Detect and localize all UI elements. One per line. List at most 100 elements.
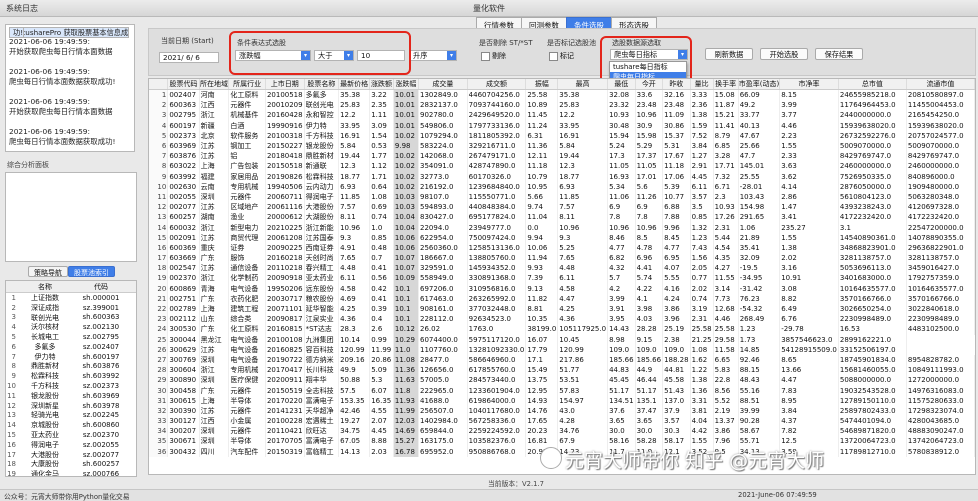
pool-row[interactable]: 1 上证指数 sh.000001 — [6, 293, 136, 303]
column-header[interactable]: 量比 — [690, 79, 714, 90]
pool-row[interactable]: 3 联创光电 sh.600363 — [6, 313, 136, 323]
column-header[interactable]: 股票代码 — [167, 79, 200, 90]
sort-order-select[interactable]: 升序 ▾ — [409, 50, 457, 61]
table-row[interactable]: 22 002789 上海 建筑工程 20071101 延华智能 4.25 0.39 10.1 90… — [149, 303, 975, 315]
table-row[interactable]: 2 600363 江西 元器件 20010209 联创光电 25.83 2.35 10.01 28… — [149, 100, 975, 111]
tab-stock-pool[interactable]: 股票池索引 — [68, 266, 115, 277]
table-row[interactable]: 32 300390 江苏 元器件 20141231 天华超净 42.46 4.55 11.99 2… — [149, 405, 975, 416]
column-header[interactable]: 所在地域 — [199, 79, 230, 90]
pool-row[interactable]: 6 多氟多 sz.002407 — [6, 342, 136, 352]
table-row[interactable]: 8 603022 上海 广告包装 20150518 新通联 12.3 1.12 10.02 354… — [149, 161, 975, 172]
column-header[interactable]: 振幅 — [525, 79, 559, 90]
table-row[interactable]: 26 300629 江苏 电气设备 20160825 容百科技 120.99 11.99 11.… — [149, 344, 975, 355]
column-header[interactable]: 市盈率(动态) — [738, 79, 781, 90]
table-cell: 5.52 — [713, 395, 739, 406]
table-row[interactable]: 11 002055 深圳 元器件 20060711 得润电子 11.85 1.08 10.03 9… — [149, 191, 975, 203]
save-result-button[interactable]: 保存结果 — [815, 48, 863, 60]
pool-row[interactable]: 9 松霖科技 sh.603992 — [6, 371, 136, 381]
pool-row[interactable]: 18 大康股份 sh.600257 — [6, 460, 136, 470]
column-header[interactable]: 所属行业 — [228, 79, 266, 90]
pool-row[interactable]: 16 得润电子 sz.002055 — [6, 440, 136, 450]
column-header[interactable]: 换手率 — [713, 79, 739, 90]
table-cell: 广告包装 — [228, 161, 266, 172]
table-row[interactable]: 7 603876 江苏铝 20180418 鼎胜新材 19.44 1.77 10.02 1420… — [149, 151, 975, 162]
table-row[interactable]: 14 600032 浙江 新型电力 20210225 浙江新能 10.96 1.0 10.04 2… — [149, 222, 975, 233]
pool-row[interactable]: 13 轻骑光电 sz.002245 — [6, 411, 136, 421]
table-row[interactable]: 16 600369 重庆 证券 20090225 西南证券 4.91 0.48 10.06 256… — [149, 242, 975, 253]
table-row[interactable]: 24 300530 广东 化工原料 20160815 *ST达志 28.3 2.6 10.12 2… — [149, 324, 975, 335]
stock-pool-table[interactable]: 名称 代码 1 上证指数 sh.000001 2 深证成指 sz.399001 3 联创光电 s… — [5, 280, 137, 477]
start-select-button[interactable]: 开始选股 — [760, 48, 808, 60]
table-row[interactable]: 35 300671 深圳 半导体 20170705 富满电子 67.05 8.88 15.27 1… — [149, 436, 975, 447]
table-cell: 深圳 — [199, 436, 230, 447]
table-cell: 4.48 — [338, 263, 371, 274]
table-row[interactable]: 28 300604 浙江 专用机械 20170417 长川科技 49.9 5.09 11.36 1… — [149, 365, 975, 376]
table-row[interactable]: 9 603992 福建 家居用品 20190826 松霖科技 18.77 1.71 10.02 3… — [149, 171, 975, 182]
table-cell: 154.97 — [557, 395, 609, 406]
table-row[interactable]: 27 300769 深圳 电气设备 20190722 德方纳米 209.16 20.86 11.… — [149, 354, 975, 366]
refresh-data-button[interactable]: 刷新数据 — [705, 48, 753, 60]
table-row[interactable]: 12 002077 江苏 区域地产 20061116 大港股份 7.57 0.69 10.03 5… — [149, 202, 975, 213]
table-cell: 47.7 — [738, 151, 781, 162]
column-header[interactable]: 昨收 — [662, 79, 691, 90]
table-row[interactable]: 30 300458 广东 元器件 20150519 全志科技 57.5 6.07 11.8 222… — [149, 385, 975, 396]
table-row[interactable]: 18 002547 江苏 通信设备 20110218 春兴精工 4.48 0.41 10.07 3… — [149, 263, 975, 274]
pool-row[interactable]: 12 深圳新星 sh.603978 — [6, 401, 136, 411]
table-row[interactable]: 31 300615 上海 半导体 20170220 富满电子 153.35 16.35 11.9… — [149, 395, 975, 406]
column-header[interactable]: 流通市值 — [906, 79, 975, 90]
pool-row[interactable]: 10 千方科技 sz.002373 — [6, 381, 136, 391]
column-header[interactable]: 市净率 — [779, 79, 839, 90]
date-field[interactable]: 2021/ 6/ 6 — [159, 52, 219, 63]
column-header[interactable] — [149, 79, 169, 90]
table-row[interactable]: 33 300127 江西 小金属 20100228 宏遇稀土 19.27 2.07 12.03 1… — [149, 416, 975, 427]
column-header[interactable]: 最高 — [557, 79, 609, 90]
column-header[interactable]: 涨跌额 — [369, 79, 394, 90]
pool-row[interactable]: 5 长城电工 sz.002795 — [6, 332, 136, 342]
column-header[interactable]: 涨跌幅 — [393, 79, 420, 90]
tab-strategy-nav[interactable]: 策略导航 — [28, 266, 68, 277]
table-row[interactable]: 4 600197 新疆 白酒 19990916 伊力特 33.95 3.09 10.01 5498… — [149, 120, 975, 131]
table-row[interactable]: 10 002630 云南 专用机械 19940506 云内动力 6.93 0.64 10.02 2… — [149, 181, 975, 192]
data-source-option[interactable]: tushare每日指标 — [610, 62, 686, 72]
st-filter-checkbox[interactable]: 剔除 — [481, 51, 506, 61]
table-row[interactable]: 15 002091 江苏 商贸代理 20061208 江苏国泰 9.3 0.85 10.06 62… — [149, 232, 975, 243]
column-header[interactable]: 今开 — [635, 79, 664, 90]
table-row[interactable]: 3 002795 浙江 机械基件 20160428 永和智控 12.2 1.11 10.01 90… — [149, 110, 975, 121]
table-row[interactable]: 6 603969 江苏 钢加工 20150227 银龙股份 5.84 0.53 9.98 5832… — [149, 140, 975, 152]
system-log[interactable]: 从 tusharePro 获取股票基本信息成 功! 2021-06-06 19:4… — [5, 24, 135, 152]
stock-pool-header: 名称 代码 — [6, 281, 136, 293]
column-header[interactable]: 成交量 — [418, 79, 468, 90]
table-row[interactable]: 5 002373 北京 软件服务 20100318 千方科技 16.91 1.54 10.02 1… — [149, 130, 975, 141]
table-row[interactable]: 29 300890 深圳 医疗保健 20200911 翔丰华 50.88 5.3 11.63 57… — [149, 375, 975, 386]
column-header[interactable]: 股票名称 — [304, 79, 340, 90]
analysis-panel[interactable] — [5, 172, 137, 262]
table-cell: 12.3 — [557, 161, 609, 172]
pool-row[interactable]: 15 亚太药业 sz.002370 — [6, 430, 136, 440]
pool-row[interactable]: 19 通化金马 sz.000766 — [6, 469, 136, 476]
table-row[interactable]: 17 603669 广东 服饰 20160218 天创时尚 7.65 0.7 10.07 1866… — [149, 253, 975, 264]
pool-row[interactable]: 11 银龙股份 sh.603969 — [6, 391, 136, 401]
pool-row[interactable]: 2 深证成指 sz.399001 — [6, 303, 136, 313]
table-row[interactable]: 20 600869 青海 电气设备 19950206 远东股份 4.58 0.42 10.1 69… — [149, 283, 975, 294]
pool-row[interactable]: 14 京城股份 sh.600860 — [6, 420, 136, 430]
result-table[interactable]: 股票代码 所在地域 所属行业 上市日期 股票名称 最新价格 涨跌额 涨跌幅 成交量 成交额 振幅 最高… — [148, 78, 976, 475]
table-cell: 5.83 — [713, 365, 739, 376]
table-row[interactable]: 34 300207 深圳 元器件 20110421 欣旺达 34.75 4.45 14.69 65… — [149, 426, 975, 437]
table-row[interactable]: 13 600257 湖南 渔业 20000612 大湖股份 8.11 0.74 10.04 830… — [149, 212, 975, 223]
column-header[interactable]: 成交额 — [467, 79, 527, 90]
pool-row[interactable]: 7 伊力特 sh.600197 — [6, 352, 136, 362]
table-row[interactable]: 21 002751 广东 衣药化肥 20030717 粮农股份 4.69 0.41 10.1 61… — [149, 293, 975, 304]
table-row[interactable]: 19 002370 浙江 化学制药 20090918 亚太药业 6.11 0.56 10.09 5… — [149, 273, 975, 284]
pool-row[interactable]: 17 大港股份 sz.002077 — [6, 450, 136, 460]
table-row[interactable]: 1 002407 河南 化工原料 20100518 多氟多 35.38 3.22 10.01 13… — [149, 89, 975, 101]
column-header[interactable]: 总市值 — [838, 79, 907, 90]
column-header[interactable]: 上市日期 — [265, 79, 305, 90]
column-header[interactable]: 最低 — [607, 79, 636, 90]
table-row[interactable]: 23 002112 山东 综合类 20090817 江泉实业 4.36 0.4 10.1 2281… — [149, 314, 975, 325]
pool-row[interactable]: 4 沃尔核材 sz.002130 — [6, 322, 136, 332]
mark-pool-checkbox[interactable]: 标记 — [549, 51, 574, 61]
pool-row[interactable]: 8 鼎胜新材 sh.603876 — [6, 362, 136, 372]
column-header[interactable]: 最新价格 — [338, 79, 371, 90]
table-cell: 0.4 — [369, 314, 394, 325]
table-row[interactable]: 25 300044 黑龙江 电气设备 20100108 九洲集团 10.14 0.99 10.2… — [149, 334, 975, 345]
